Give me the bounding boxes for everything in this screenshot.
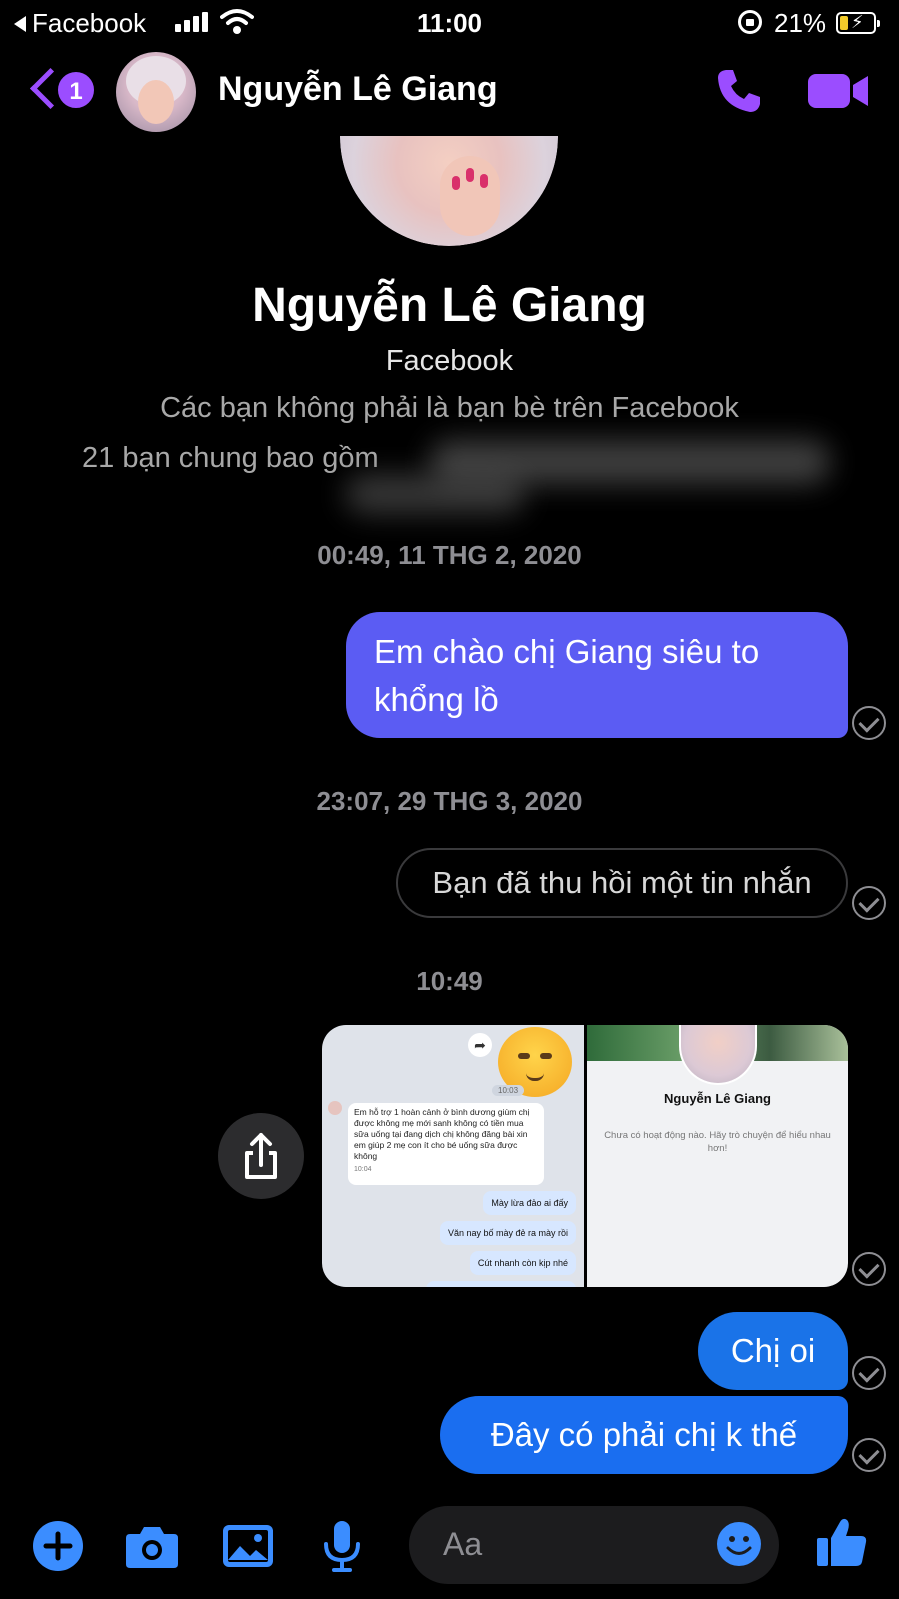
mini-incoming-message: Em hỗ trợ 1 hoàn cảnh ở bình dương giùm … [348, 1103, 544, 1185]
message-input[interactable]: Aa [409, 1506, 779, 1584]
profile-name: Nguyễn Lê Giang [252, 279, 647, 332]
mini-incoming-time: 10:04 [354, 1166, 372, 1173]
delivered-check-icon [852, 886, 886, 920]
sent-message-bubble[interactable]: Chị oi [698, 1312, 848, 1390]
message-composer: Aa [0, 1500, 899, 1599]
battery-percent: 21% [774, 8, 827, 38]
mini-reply-cut [426, 1281, 576, 1287]
phone-call-icon[interactable] [714, 66, 764, 116]
sent-message-bubble[interactable]: Đây có phải chị k thế [440, 1396, 848, 1474]
mini-profile-text: Chưa có hoạt động nào. Hãy trò chuyện để… [604, 1130, 831, 1154]
forward-icon: ➦ [468, 1033, 492, 1057]
mini-time: 10:03 [492, 1085, 525, 1096]
unread-badge: 1 [56, 70, 96, 110]
microphone-icon[interactable] [314, 1518, 370, 1574]
charging-bolt-icon: ⚡ [851, 12, 864, 32]
timestamp: 10:49 [416, 966, 483, 996]
video-call-icon[interactable] [808, 70, 870, 112]
contact-avatar[interactable] [116, 52, 196, 132]
mini-reply: Mày lừa đảo ai đấy [483, 1191, 576, 1215]
contact-name[interactable]: Nguyễn Lê Giang [218, 70, 498, 109]
delivered-check-icon [852, 1438, 886, 1472]
mini-reply: Cút nhanh còn kịp nhé [469, 1251, 576, 1275]
like-icon[interactable] [814, 1514, 870, 1570]
emoji-icon[interactable] [715, 1520, 763, 1568]
plus-icon[interactable] [30, 1518, 86, 1574]
profile-photo[interactable] [340, 136, 558, 246]
shared-image-chat-screenshot[interactable]: ➦ 10:03 Em hỗ trợ 1 hoàn cảnh ở bình dươ… [322, 1025, 584, 1287]
profile-source: Facebook [385, 345, 514, 377]
status-bar: Facebook 11:00 21% ⚡ [0, 0, 899, 46]
share-button[interactable] [218, 1113, 304, 1199]
mini-profile-avatar [679, 1025, 757, 1085]
mini-avatar [328, 1101, 342, 1115]
mini-reply: Văn nay bố mày đẻ ra mày rồi [439, 1221, 576, 1245]
delivered-check-icon [852, 1252, 886, 1286]
redacted-blur [345, 474, 525, 514]
rotation-lock-icon [738, 10, 762, 34]
timestamp: 00:49, 11 THG 2, 2020 [317, 540, 582, 570]
gallery-icon[interactable] [220, 1518, 276, 1574]
mutual-friends-text: 21 bạn chung bao gồm [82, 442, 379, 474]
camera-icon[interactable] [124, 1518, 180, 1574]
share-icon [245, 1133, 277, 1179]
friend-status-text: Các bạn không phải là bạn bè trên Facebo… [160, 392, 739, 424]
sent-message-bubble[interactable]: Em chào chị Giang siêu to khổng lồ [346, 612, 848, 738]
delivered-check-icon [852, 1356, 886, 1390]
status-time: 11:00 [416, 8, 483, 38]
mini-profile-name: Nguyễn Lê Giang [664, 1091, 771, 1106]
unsent-message-notice: Bạn đã thu hồi một tin nhắn [396, 848, 848, 918]
mini-incoming-text: Em hỗ trợ 1 hoàn cảnh ở bình dương giùm … [354, 1107, 530, 1161]
shared-image-profile-screenshot[interactable]: Nguyễn Lê Giang Chưa có hoạt động nào. H… [587, 1025, 848, 1287]
message-input-placeholder: Aa [443, 1526, 483, 1562]
delivered-check-icon [852, 706, 886, 740]
conversation-header: 1 Nguyễn Lê Giang [0, 46, 899, 136]
timestamp: 23:07, 29 THG 3, 2020 [316, 786, 583, 816]
